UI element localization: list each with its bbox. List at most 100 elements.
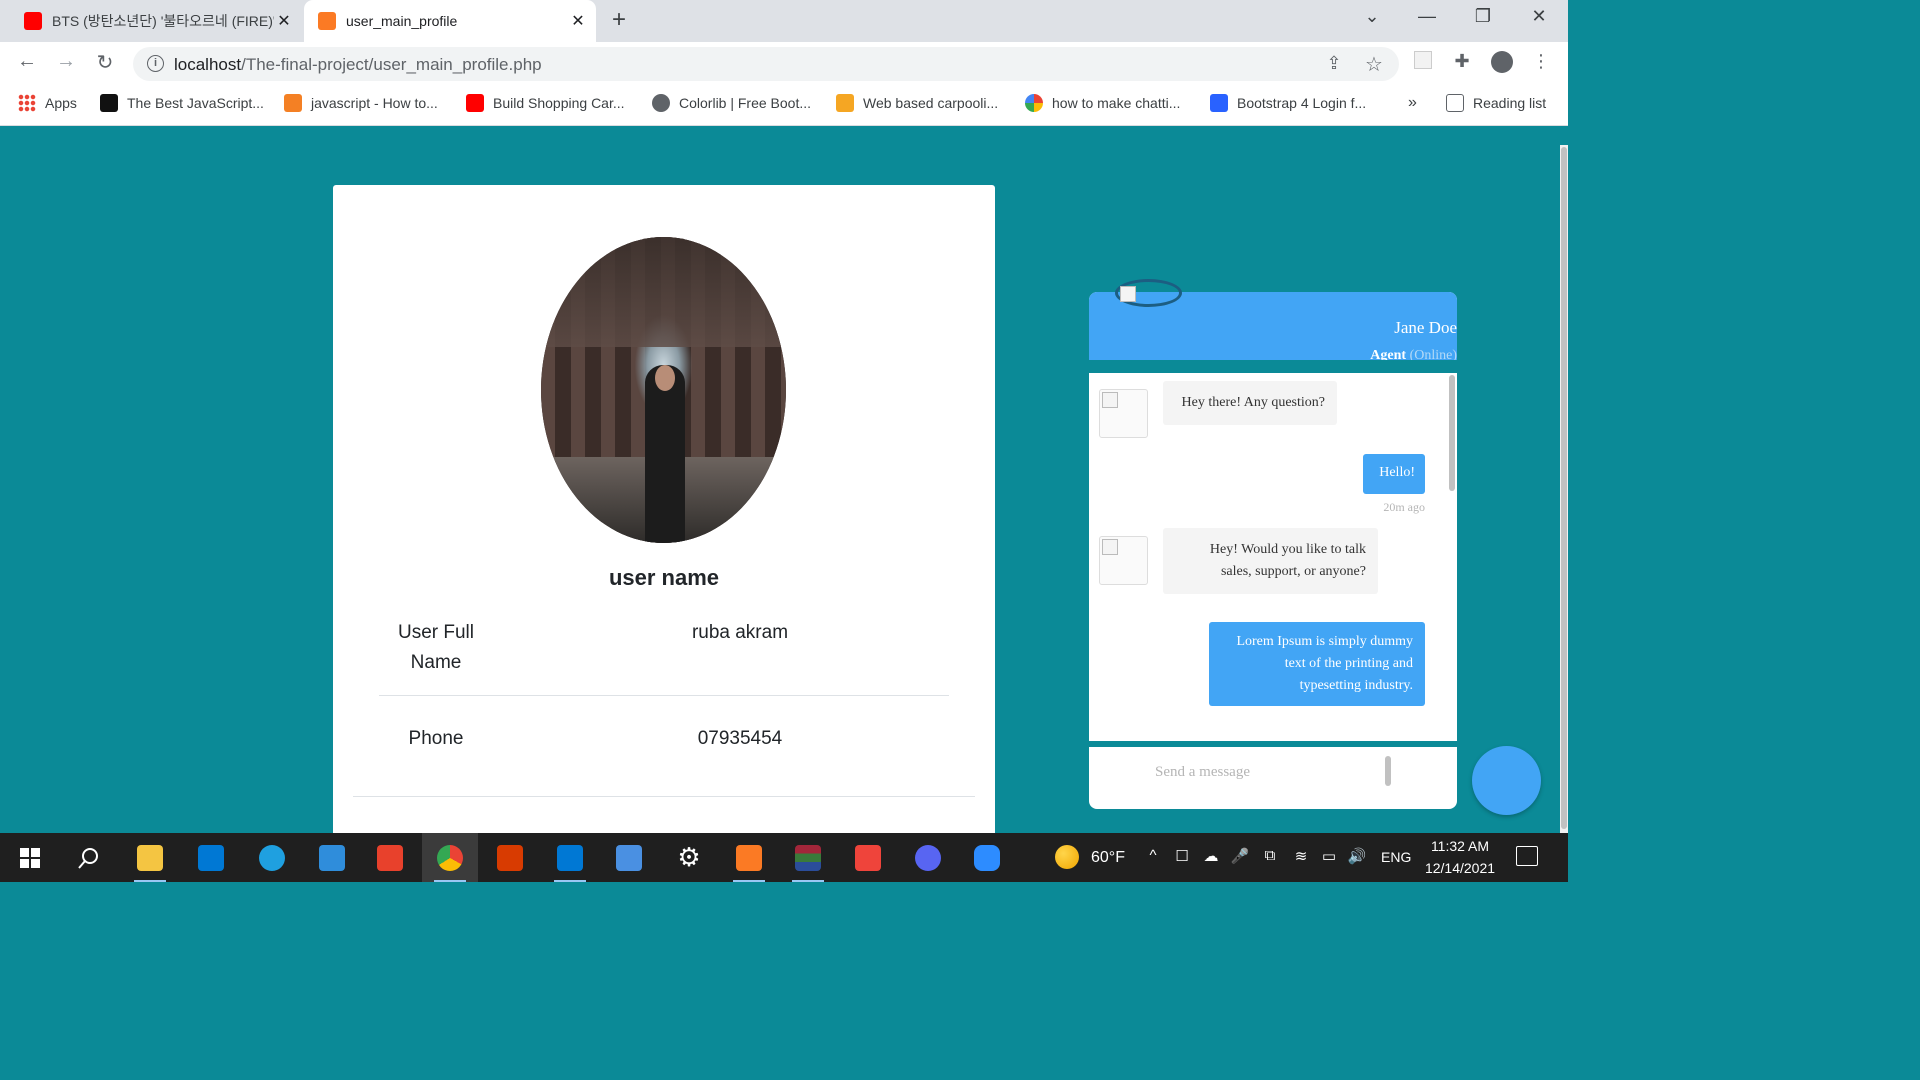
apps-grid-icon <box>18 94 36 112</box>
profile-avatar-icon[interactable] <box>1490 51 1514 78</box>
chat-toggle-button[interactable] <box>1472 746 1541 815</box>
wifi-icon[interactable]: ≋ <box>1289 847 1313 865</box>
notification-center-icon[interactable] <box>1516 846 1538 866</box>
close-window-button[interactable]: ✕ <box>1524 6 1554 27</box>
chat-widget: Jane Doe Agent (Online) Hey there! Any q… <box>1089 292 1457 809</box>
bookmark-bootstrap-login[interactable]: Bootstrap 4 Login f... <box>1210 94 1366 112</box>
mail-button[interactable] <box>304 833 360 882</box>
bookmark-label: Build Shopping Car... <box>493 95 625 111</box>
close-tab-icon[interactable]: ✕ <box>274 11 294 31</box>
xampp-button[interactable] <box>721 833 777 882</box>
tab-search-chevron-icon[interactable]: ⌄ <box>1357 6 1387 27</box>
restore-button[interactable]: ❐ <box>1468 6 1498 27</box>
browser-toolbar: ← → ↻ i localhost/The-final-project/user… <box>0 42 1568 86</box>
message-timestamp: 20m ago <box>1383 500 1425 514</box>
carpool-icon <box>836 94 854 112</box>
bookmarks-overflow-button[interactable]: » <box>1408 94 1417 112</box>
google-icon <box>1025 94 1043 112</box>
battery-icon[interactable]: ▭ <box>1317 847 1341 865</box>
minimize-button[interactable]: — <box>1412 6 1442 27</box>
broken-image-icon <box>1120 286 1136 302</box>
forward-button[interactable]: → <box>52 50 80 73</box>
phone-label: Phone <box>408 728 464 749</box>
bookmark-label: Apps <box>45 95 77 111</box>
weather-sun-icon[interactable] <box>1055 845 1079 869</box>
phone-value: 07935454 <box>697 728 783 749</box>
volume-icon[interactable]: 🔊 <box>1345 847 1369 865</box>
scrollbar-thumb[interactable] <box>1561 147 1567 829</box>
tab-title: user_main_profile <box>346 13 458 29</box>
input-resize-handle[interactable] <box>1385 756 1391 786</box>
chat-scrollbar[interactable] <box>1449 375 1455 491</box>
bookmark-label: how to make chatti... <box>1052 95 1181 111</box>
bookmark-star-icon[interactable]: ☆ <box>1362 52 1386 77</box>
globe-icon <box>652 94 670 112</box>
edge-icon <box>259 844 285 871</box>
onedrive-error-icon[interactable]: ☁ <box>1199 847 1223 865</box>
send-message-input[interactable] <box>1155 764 1375 781</box>
chrome-icon <box>437 844 463 871</box>
bookmark-javascript-how-to[interactable]: javascript - How to... <box>284 94 438 112</box>
bookmark-web-based-carpooling[interactable]: Web based carpooli... <box>836 94 998 112</box>
vscode-button[interactable] <box>542 833 598 882</box>
bookmark-build-shopping-cart[interactable]: Build Shopping Car... <box>466 94 625 112</box>
reading-list-button[interactable]: Reading list <box>1446 94 1546 112</box>
agent-header-avatar <box>1115 279 1182 307</box>
tab-user-main-profile[interactable]: user_main_profile ✕ <box>304 0 596 42</box>
youtube-icon <box>24 12 42 30</box>
bookmark-colorlib[interactable]: Colorlib | Free Boot... <box>652 94 811 112</box>
extensions-puzzle-icon[interactable]: ✚ <box>1450 51 1474 72</box>
url-text[interactable]: localhost/The-final-project/user_main_pr… <box>174 55 542 75</box>
extension-icon[interactable] <box>1411 51 1435 74</box>
bookmark-label: Colorlib | Free Boot... <box>679 95 812 111</box>
search-icon <box>78 847 98 869</box>
winrar-button[interactable] <box>780 833 836 882</box>
agent-message: Hey! Would you like to talk sales, suppo… <box>1163 528 1378 594</box>
user-message: Hello! <box>1363 454 1425 494</box>
input-language[interactable]: ENG <box>1381 849 1411 865</box>
reload-button[interactable]: ↻ <box>91 50 119 75</box>
zoom-button[interactable] <box>959 833 1015 882</box>
microphone-icon[interactable]: 🎤 <box>1228 847 1252 865</box>
close-tab-icon[interactable]: ✕ <box>568 11 588 31</box>
chrome-menu-icon[interactable]: ⋮ <box>1529 51 1553 72</box>
bookmark-apps[interactable]: Apps <box>18 94 77 112</box>
youtube-icon <box>466 94 484 112</box>
stackoverflow-icon <box>284 94 302 112</box>
meet-now-icon[interactable]: ☐ <box>1170 847 1194 865</box>
bookmark-label: Bootstrap 4 Login f... <box>1237 95 1367 111</box>
search-button[interactable] <box>61 833 117 882</box>
edge-button[interactable] <box>244 833 300 882</box>
agent-message: Hey there! Any question? <box>1163 381 1337 425</box>
anydesk-button[interactable] <box>840 833 896 882</box>
clock-date[interactable]: 12/14/2021 <box>1422 860 1498 876</box>
back-button[interactable]: ← <box>13 50 41 73</box>
discord-button[interactable] <box>900 833 956 882</box>
agent-avatar <box>1099 536 1148 585</box>
bookmark-how-to-make-chatting[interactable]: how to make chatti... <box>1025 94 1180 112</box>
address-bar[interactable]: i localhost/The-final-project/user_main_… <box>133 47 1399 81</box>
microsoft-store-button[interactable] <box>183 833 239 882</box>
tab-bts-video[interactable]: BTS (방탄소년단) '불타오르네 (FIRE)' Official MV ✕ <box>24 0 294 42</box>
store-icon <box>198 844 224 871</box>
page-scrollbar[interactable] <box>1560 145 1568 833</box>
url-host: localhost <box>174 55 242 74</box>
weather-temperature[interactable]: 60°F <box>1091 849 1125 867</box>
office-button[interactable] <box>362 833 418 882</box>
show-hidden-icons-chevron-icon[interactable]: ^ <box>1141 847 1165 864</box>
chrome-button[interactable] <box>422 833 478 882</box>
share-icon[interactable]: ⇪ <box>1322 53 1346 74</box>
start-button[interactable] <box>2 833 58 882</box>
profile-photo <box>541 237 786 543</box>
new-tab-button[interactable]: + <box>612 6 626 34</box>
clock-time[interactable]: 11:32 AM <box>1422 838 1498 854</box>
user-message: Lorem Ipsum is simply dummy text of the … <box>1209 622 1425 706</box>
photos-button[interactable] <box>601 833 657 882</box>
office-2-icon <box>497 844 523 871</box>
screen-share-icon[interactable]: ⧉ <box>1258 847 1282 864</box>
file-explorer-button[interactable] <box>122 833 178 882</box>
site-info-icon[interactable]: i <box>147 55 164 72</box>
office-2-button[interactable] <box>482 833 538 882</box>
bookmark-best-javascript[interactable]: The Best JavaScript... <box>100 94 264 112</box>
settings-button[interactable]: ⚙ <box>661 833 717 882</box>
